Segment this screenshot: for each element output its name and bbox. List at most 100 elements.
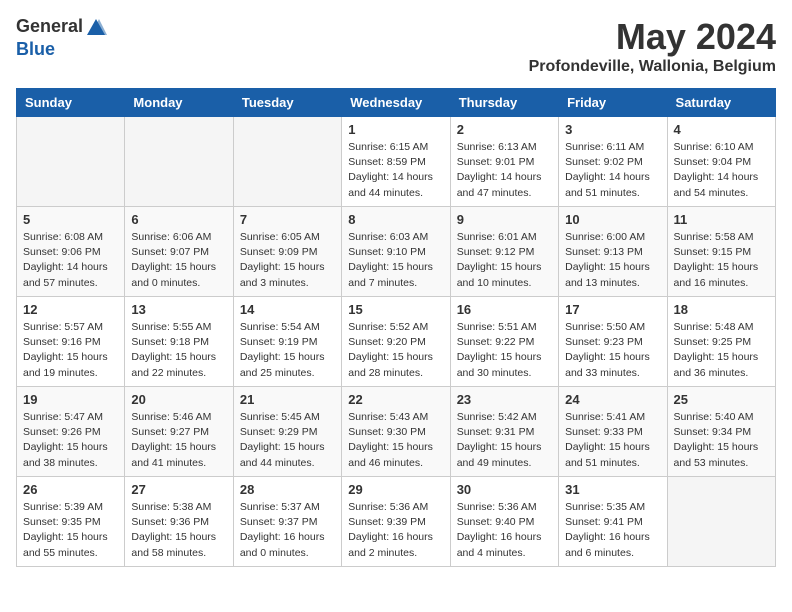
day-info: Sunrise: 6:03 AMSunset: 9:10 PMDaylight:… <box>348 230 443 291</box>
logo-general: General <box>16 16 107 39</box>
calendar-cell: 17 Sunrise: 5:50 AMSunset: 9:23 PMDayligh… <box>559 297 667 387</box>
calendar-cell: 18 Sunrise: 5:48 AMSunset: 9:25 PMDayligh… <box>667 297 775 387</box>
day-info: Sunrise: 6:06 AMSunset: 9:07 PMDaylight:… <box>131 230 226 291</box>
day-info: Sunrise: 5:45 AMSunset: 9:29 PMDaylight:… <box>240 410 335 471</box>
day-info: Sunrise: 5:52 AMSunset: 9:20 PMDaylight:… <box>348 320 443 381</box>
calendar-cell: 20 Sunrise: 5:46 AMSunset: 9:27 PMDayligh… <box>125 387 233 477</box>
day-header-monday: Monday <box>125 89 233 117</box>
calendar-week-row: 5 Sunrise: 6:08 AMSunset: 9:06 PMDaylight… <box>17 207 776 297</box>
day-info: Sunrise: 5:35 AMSunset: 9:41 PMDaylight:… <box>565 500 660 561</box>
day-number: 25 <box>674 392 769 407</box>
day-info: Sunrise: 5:58 AMSunset: 9:15 PMDaylight:… <box>674 230 769 291</box>
calendar-title: May 2024 <box>529 16 776 58</box>
calendar-cell: 15Sunrise: 5:52 AMSunset: 9:20 PMDayligh… <box>342 297 450 387</box>
calendar-cell <box>233 117 341 207</box>
day-number: 20 <box>131 392 226 407</box>
calendar-cell: 12 Sunrise: 5:57 AMSunset: 9:16 PMDayligh… <box>17 297 125 387</box>
calendar-cell: 8 Sunrise: 6:03 AMSunset: 9:10 PMDaylight… <box>342 207 450 297</box>
calendar-cell: 22 Sunrise: 5:43 AMSunset: 9:30 PMDayligh… <box>342 387 450 477</box>
calendar-cell: 27 Sunrise: 5:38 AMSunset: 9:36 PMDayligh… <box>125 477 233 567</box>
day-info: Sunrise: 5:51 AMSunset: 9:22 PMDaylight:… <box>457 320 552 381</box>
day-header-saturday: Saturday <box>667 89 775 117</box>
day-number: 6 <box>131 212 226 227</box>
calendar-cell: 7Sunrise: 6:05 AMSunset: 9:09 PMDaylight… <box>233 207 341 297</box>
calendar-cell: 16Sunrise: 5:51 AMSunset: 9:22 PMDayligh… <box>450 297 558 387</box>
calendar-cell: 28 Sunrise: 5:37 AMSunset: 9:37 PMDayligh… <box>233 477 341 567</box>
day-number: 28 <box>240 482 335 497</box>
day-number: 18 <box>674 302 769 317</box>
day-number: 22 <box>348 392 443 407</box>
calendar-cell: 11 Sunrise: 5:58 AMSunset: 9:15 PMDayligh… <box>667 207 775 297</box>
day-number: 31 <box>565 482 660 497</box>
day-number: 10 <box>565 212 660 227</box>
calendar-cell: 23 Sunrise: 5:42 AMSunset: 9:31 PMDayligh… <box>450 387 558 477</box>
calendar-cell: 9 Sunrise: 6:01 AMSunset: 9:12 PMDaylight… <box>450 207 558 297</box>
calendar-table: SundayMondayTuesdayWednesdayThursdayFrid… <box>16 88 776 567</box>
day-info: Sunrise: 6:10 AMSunset: 9:04 PMDaylight:… <box>674 140 769 201</box>
day-info: Sunrise: 6:00 AMSunset: 9:13 PMDaylight:… <box>565 230 660 291</box>
calendar-cell: 25Sunrise: 5:40 AMSunset: 9:34 PMDayligh… <box>667 387 775 477</box>
day-number: 21 <box>240 392 335 407</box>
calendar-cell: 4 Sunrise: 6:10 AMSunset: 9:04 PMDaylight… <box>667 117 775 207</box>
day-number: 5 <box>23 212 118 227</box>
calendar-cell: 30Sunrise: 5:36 AMSunset: 9:40 PMDayligh… <box>450 477 558 567</box>
title-block: May 2024 Profondeville, Wallonia, Belgiu… <box>529 16 776 76</box>
day-info: Sunrise: 5:43 AMSunset: 9:30 PMDaylight:… <box>348 410 443 471</box>
day-number: 14 <box>240 302 335 317</box>
calendar-cell: 29Sunrise: 5:36 AMSunset: 9:39 PMDayligh… <box>342 477 450 567</box>
day-number: 7 <box>240 212 335 227</box>
day-info: Sunrise: 6:11 AMSunset: 9:02 PMDaylight:… <box>565 140 660 201</box>
day-number: 29 <box>348 482 443 497</box>
day-number: 2 <box>457 122 552 137</box>
day-info: Sunrise: 5:41 AMSunset: 9:33 PMDaylight:… <box>565 410 660 471</box>
day-number: 3 <box>565 122 660 137</box>
day-number: 24 <box>565 392 660 407</box>
day-number: 9 <box>457 212 552 227</box>
day-number: 11 <box>674 212 769 227</box>
day-info: Sunrise: 5:55 AMSunset: 9:18 PMDaylight:… <box>131 320 226 381</box>
day-info: Sunrise: 5:46 AMSunset: 9:27 PMDaylight:… <box>131 410 226 471</box>
day-number: 17 <box>565 302 660 317</box>
day-number: 8 <box>348 212 443 227</box>
logo: General Blue <box>16 16 107 60</box>
logo-blue-text: Blue <box>16 39 55 59</box>
day-info: Sunrise: 5:37 AMSunset: 9:37 PMDaylight:… <box>240 500 335 561</box>
day-number: 27 <box>131 482 226 497</box>
calendar-cell: 19Sunrise: 5:47 AMSunset: 9:26 PMDayligh… <box>17 387 125 477</box>
day-info: Sunrise: 5:38 AMSunset: 9:36 PMDaylight:… <box>131 500 226 561</box>
day-info: Sunrise: 5:48 AMSunset: 9:25 PMDaylight:… <box>674 320 769 381</box>
calendar-cell: 14 Sunrise: 5:54 AMSunset: 9:19 PMDayligh… <box>233 297 341 387</box>
calendar-location: Profondeville, Wallonia, Belgium <box>529 58 776 76</box>
day-number: 12 <box>23 302 118 317</box>
day-header-thursday: Thursday <box>450 89 558 117</box>
calendar-cell <box>125 117 233 207</box>
page-header: General Blue May 2024 Profondeville, Wal… <box>16 16 776 76</box>
day-info: Sunrise: 6:08 AMSunset: 9:06 PMDaylight:… <box>23 230 118 291</box>
day-info: Sunrise: 6:01 AMSunset: 9:12 PMDaylight:… <box>457 230 552 291</box>
calendar-week-row: 19Sunrise: 5:47 AMSunset: 9:26 PMDayligh… <box>17 387 776 477</box>
day-info: Sunrise: 5:36 AMSunset: 9:40 PMDaylight:… <box>457 500 552 561</box>
day-info: Sunrise: 6:15 AMSunset: 8:59 PMDaylight:… <box>348 140 443 201</box>
day-info: Sunrise: 5:57 AMSunset: 9:16 PMDaylight:… <box>23 320 118 381</box>
calendar-cell: 6 Sunrise: 6:06 AMSunset: 9:07 PMDaylight… <box>125 207 233 297</box>
calendar-cell: 10 Sunrise: 6:00 AMSunset: 9:13 PMDayligh… <box>559 207 667 297</box>
calendar-cell: 3 Sunrise: 6:11 AMSunset: 9:02 PMDaylight… <box>559 117 667 207</box>
calendar-cell <box>17 117 125 207</box>
day-number: 19 <box>23 392 118 407</box>
day-info: Sunrise: 5:54 AMSunset: 9:19 PMDaylight:… <box>240 320 335 381</box>
calendar-week-row: 26Sunrise: 5:39 AMSunset: 9:35 PMDayligh… <box>17 477 776 567</box>
calendar-header-row: SundayMondayTuesdayWednesdayThursdayFrid… <box>17 89 776 117</box>
day-number: 4 <box>674 122 769 137</box>
day-header-tuesday: Tuesday <box>233 89 341 117</box>
day-number: 1 <box>348 122 443 137</box>
calendar-cell: 1 Sunrise: 6:15 AMSunset: 8:59 PMDaylight… <box>342 117 450 207</box>
day-info: Sunrise: 5:39 AMSunset: 9:35 PMDaylight:… <box>23 500 118 561</box>
calendar-cell: 26Sunrise: 5:39 AMSunset: 9:35 PMDayligh… <box>17 477 125 567</box>
day-header-wednesday: Wednesday <box>342 89 450 117</box>
calendar-week-row: 1 Sunrise: 6:15 AMSunset: 8:59 PMDaylight… <box>17 117 776 207</box>
day-number: 23 <box>457 392 552 407</box>
day-info: Sunrise: 6:13 AMSunset: 9:01 PMDaylight:… <box>457 140 552 201</box>
calendar-cell: 21 Sunrise: 5:45 AMSunset: 9:29 PMDayligh… <box>233 387 341 477</box>
day-info: Sunrise: 5:42 AMSunset: 9:31 PMDaylight:… <box>457 410 552 471</box>
day-info: Sunrise: 5:50 AMSunset: 9:23 PMDaylight:… <box>565 320 660 381</box>
